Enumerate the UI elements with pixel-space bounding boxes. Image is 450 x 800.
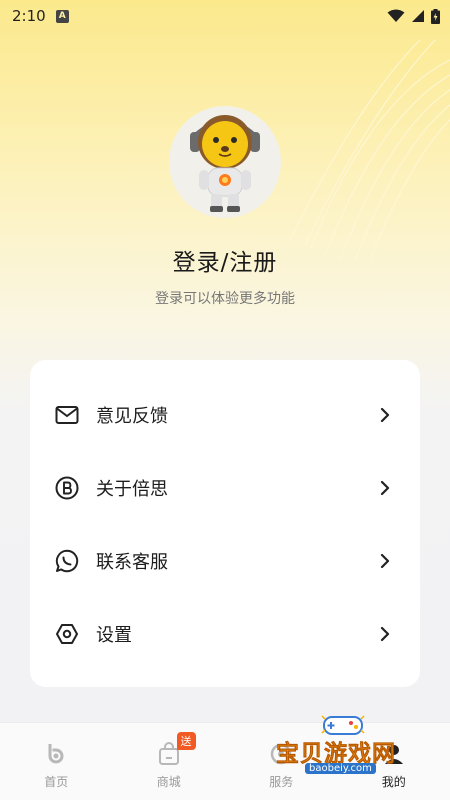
nav-tab-home[interactable]: 首页 [0,723,113,800]
nav-tab-service[interactable]: 服务 [225,723,338,800]
login-hint: 登录可以体验更多功能 [155,291,295,307]
avatar[interactable] [169,106,281,218]
battery-icon [431,8,440,24]
bottom-nav: 首页 送 商城 服务 我的 [0,722,450,800]
chevron-right-icon [378,626,392,641]
astronaut-lion-avatar-icon [190,115,260,212]
chevron-right-icon [378,407,392,422]
background-decoration [289,40,450,260]
profile-icon [381,741,407,767]
menu-item-settings[interactable]: 设置 [30,597,420,670]
gift-badge: 送 [176,732,196,750]
status-icons [387,8,440,24]
menu-item-label: 意见反馈 [96,405,168,427]
status-bar: 2:10 A [0,0,450,32]
settings-icon [54,621,80,647]
chevron-right-icon [378,553,392,568]
mail-icon [54,402,80,428]
service-icon [268,741,294,767]
menu-item-customer-service[interactable]: 联系客服 [30,524,420,597]
wifi-icon [387,9,405,22]
menu-item-feedback[interactable]: 意见反馈 [30,378,420,451]
nav-label: 商城 [156,775,181,789]
nav-label: 我的 [381,775,406,789]
brand-b-icon [54,475,80,501]
status-time: 2:10 [12,7,46,25]
nav-tab-profile[interactable]: 我的 [338,723,450,800]
menu-item-label: 设置 [96,624,132,646]
menu-item-about[interactable]: 关于倍思 [30,451,420,524]
chat-icon [54,548,80,574]
menu-item-label: 关于倍思 [96,478,168,500]
login-register-link[interactable]: 登录/注册 [0,243,450,277]
notification-a-icon: A [55,9,69,23]
signal-icon [412,10,424,22]
nav-tab-mall[interactable]: 送 商城 [113,723,226,800]
menu-item-label: 联系客服 [96,551,168,573]
chevron-right-icon [378,480,392,495]
menu-card: 意见反馈 关于倍思 联系客服 设置 [30,360,420,687]
home-icon [43,741,69,767]
nav-label: 服务 [269,775,294,789]
nav-label: 首页 [44,775,69,789]
